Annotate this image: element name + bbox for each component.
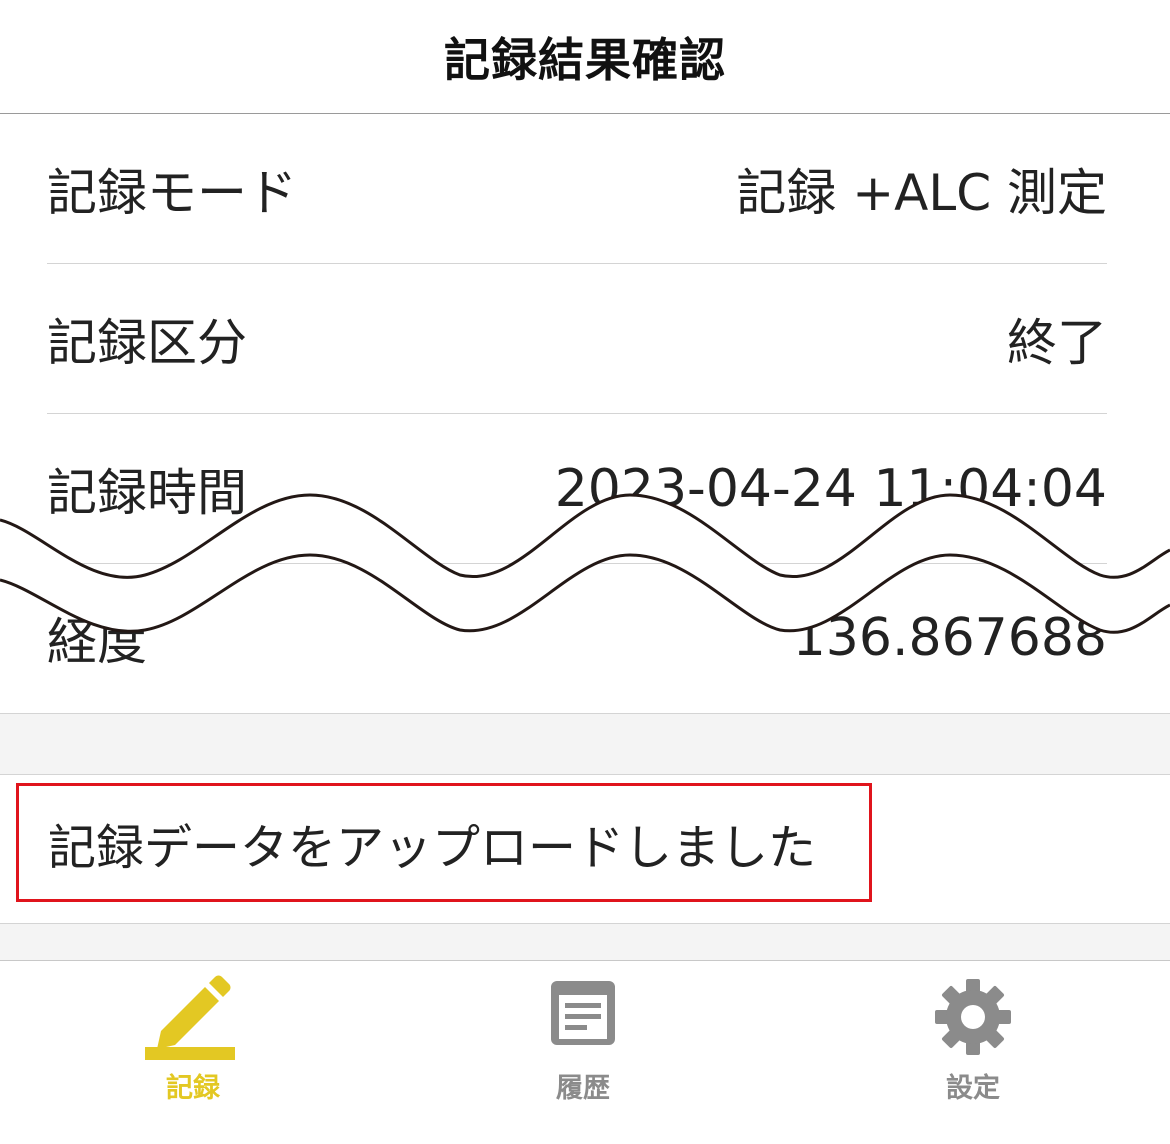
document-icon <box>551 981 615 1045</box>
section-spacer-bottom <box>0 923 1170 960</box>
record-time-row: 記録時間 2023-04-24 11:04:04 <box>47 414 1107 564</box>
upload-message-highlight: 記録データをアップロードしました <box>16 783 872 902</box>
tab-settings[interactable]: 設定 <box>843 961 1103 1144</box>
page-title: 記録結果確認 <box>444 32 726 87</box>
record-category-label: 記録区分 <box>47 313 247 372</box>
tab-bar: 記録 履歴 設定 <box>0 960 1170 1143</box>
tab-record-label: 記録 <box>166 1073 220 1104</box>
tab-settings-label: 設定 <box>946 1073 1000 1104</box>
record-time-label: 記録時間 <box>47 463 247 522</box>
record-mode-value: 記録 +ALC 測定 <box>736 163 1107 222</box>
pencil-icon <box>145 975 235 1060</box>
gear-icon <box>935 979 1011 1055</box>
longitude-value: 136.867688 <box>792 608 1107 668</box>
tab-record[interactable]: 記録 <box>63 961 323 1144</box>
record-time-value: 2023-04-24 11:04:04 <box>554 458 1107 519</box>
longitude-label: 経度 <box>47 613 147 671</box>
upload-message: 記録データをアップロードしました <box>48 819 817 876</box>
record-category-row: 記録区分 終了 <box>47 264 1107 414</box>
record-mode-label: 記録モード <box>47 163 297 222</box>
record-category-value: 終了 <box>1007 313 1107 372</box>
navigation-header: 記録結果確認 <box>0 0 1170 114</box>
record-mode-row: 記録モード 記録 +ALC 測定 <box>47 114 1107 264</box>
tab-history-label: 履歴 <box>556 1073 610 1104</box>
longitude-row: 経度 136.867688 <box>47 563 1107 713</box>
section-spacer <box>0 713 1170 775</box>
tab-history[interactable]: 履歴 <box>453 961 713 1144</box>
